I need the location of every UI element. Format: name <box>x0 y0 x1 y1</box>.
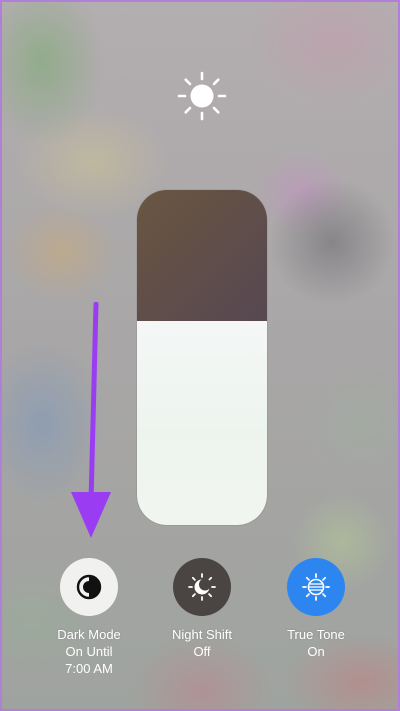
night-shift-button[interactable] <box>173 558 231 616</box>
sun-icon <box>177 71 227 121</box>
annotation-arrow <box>71 302 111 538</box>
control-center-brightness-screen: Dark Mode On Until 7:00 AM Night Shift O… <box>0 0 400 711</box>
night-shift-status: Off <box>193 644 211 659</box>
dark-mode-status: On Until 7:00 AM <box>65 644 113 676</box>
true-tone-icon <box>302 573 330 601</box>
brightness-level-fill <box>137 320 267 525</box>
true-tone-button[interactable] <box>287 558 345 616</box>
dark-mode-control: Dark Mode On Until 7:00 AM <box>39 558 139 677</box>
night-shift-control: Night Shift Off <box>152 558 252 660</box>
dark-mode-label: Dark Mode <box>57 627 121 642</box>
brightness-slider[interactable] <box>137 190 267 525</box>
dark-mode-icon <box>76 574 102 600</box>
night-shift-icon <box>188 573 216 601</box>
true-tone-label: True Tone <box>287 627 345 642</box>
night-shift-label: Night Shift <box>172 627 232 642</box>
true-tone-status: On <box>307 644 325 659</box>
true-tone-control: True Tone On <box>266 558 366 660</box>
dark-mode-button[interactable] <box>60 558 118 616</box>
